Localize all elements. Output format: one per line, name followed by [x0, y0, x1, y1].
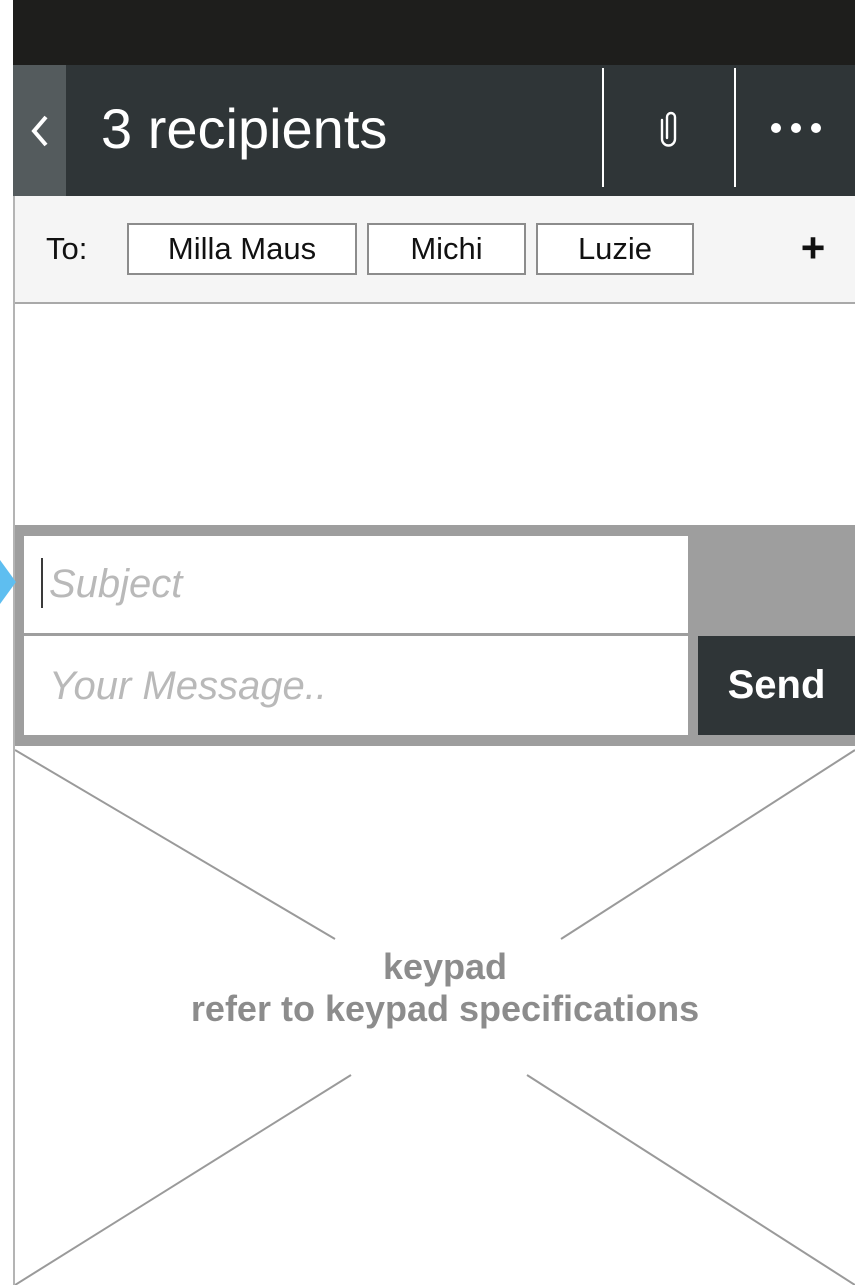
- screen: 3 recipients To: Milla Maus Michi Luzie …: [0, 0, 855, 1285]
- recipient-chip[interactable]: Luzie: [536, 223, 694, 275]
- recipient-chip[interactable]: Michi: [367, 223, 526, 275]
- text-caret: [41, 558, 43, 608]
- more-horizontal-icon: [768, 121, 824, 140]
- attach-button[interactable]: [605, 65, 737, 196]
- header-divider: [734, 68, 736, 187]
- more-button[interactable]: [737, 65, 855, 196]
- message-field[interactable]: Your Message..: [24, 636, 688, 735]
- subject-field[interactable]: Subject: [24, 536, 688, 633]
- to-label: To:: [46, 231, 88, 266]
- header-divider: [602, 68, 604, 187]
- keypad-label: keypad refer to keypad specifications: [15, 946, 855, 1030]
- chevron-left-icon: [29, 113, 51, 149]
- compose-area: Subject Your Message.. Send: [15, 525, 855, 746]
- add-recipient-button[interactable]: +: [793, 224, 833, 272]
- subject-placeholder: Subject: [49, 562, 183, 606]
- keypad-subtitle: refer to keypad specifications: [190, 988, 700, 1029]
- back-button[interactable]: [13, 65, 66, 196]
- focus-marker: [0, 560, 16, 604]
- keypad-title: keypad: [382, 946, 508, 987]
- paperclip-icon: [660, 108, 682, 153]
- message-placeholder: Your Message..: [49, 664, 327, 708]
- recipients-row: To: Milla Maus Michi Luzie +: [15, 196, 855, 304]
- send-button[interactable]: Send: [698, 636, 855, 735]
- header-bar: 3 recipients: [13, 65, 855, 196]
- status-bar: [13, 0, 855, 65]
- recipient-chip[interactable]: Milla Maus: [127, 223, 357, 275]
- keypad-placeholder: keypad refer to keypad specifications: [15, 746, 855, 1285]
- page-title: 3 recipients: [101, 97, 388, 160]
